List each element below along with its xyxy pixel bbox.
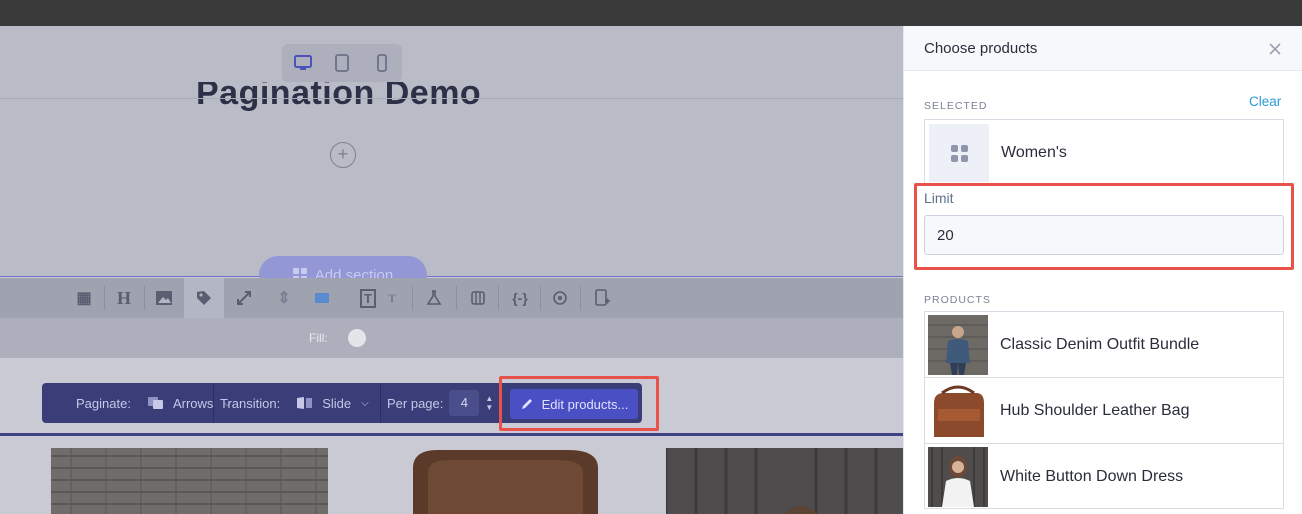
- columns-icon: [471, 291, 485, 305]
- top-bar: [0, 0, 1302, 26]
- tool-add-page[interactable]: [582, 278, 622, 318]
- fill-row: Fill:: [0, 318, 903, 358]
- product-photo: [398, 448, 608, 514]
- code-icon: {-}: [512, 290, 528, 306]
- paginate-value: Arrows: [172, 395, 214, 411]
- editor-canvas: Pagination Demo + Add section ▦ H ⇕ T T …: [0, 26, 903, 514]
- tool-image[interactable]: [144, 278, 184, 318]
- add-page-icon: [595, 289, 610, 306]
- tool-experiment[interactable]: [414, 278, 454, 318]
- section-boundary: [0, 276, 903, 277]
- add-block-button[interactable]: +: [330, 142, 356, 168]
- toolbar-divider: [580, 286, 581, 310]
- product-row[interactable]: Classic Denim Outfit Bundle: [924, 311, 1284, 377]
- choose-products-panel: Choose products SELECTED Clear Women's L…: [903, 26, 1302, 514]
- close-icon[interactable]: [1266, 40, 1284, 58]
- tool-code[interactable]: {-}: [500, 278, 540, 318]
- target-icon: [553, 291, 567, 305]
- selected-collection-name: Women's: [1001, 144, 1067, 161]
- product-photo: [928, 315, 988, 375]
- block-toolbar: ▦ H ⇕ T T {-}: [0, 278, 903, 318]
- desktop-icon: [294, 55, 312, 70]
- product-image-bag: [398, 448, 608, 514]
- stepper-icon[interactable]: ▲ ▼: [485, 394, 493, 412]
- product-image-dress: [666, 448, 903, 514]
- product-name: Classic Denim Outfit Bundle: [1000, 336, 1200, 353]
- clear-link[interactable]: Clear: [1249, 94, 1281, 109]
- heading-icon: H: [116, 287, 131, 308]
- device-switcher: [282, 44, 402, 82]
- product-name: Hub Shoulder Leather Bag: [1000, 402, 1190, 419]
- product-name: White Button Down Dress: [1000, 468, 1184, 485]
- tool-target[interactable]: [540, 278, 580, 318]
- tool-resize[interactable]: [224, 278, 264, 318]
- product-row[interactable]: Hub Shoulder Leather Bag: [924, 377, 1284, 443]
- image-icon: [156, 291, 172, 305]
- small-text-icon: T: [387, 290, 396, 305]
- product-photo: [666, 448, 903, 514]
- expand-icon: [237, 291, 251, 305]
- header-divider: [0, 98, 903, 99]
- per-page-label: Per page:: [387, 395, 444, 411]
- product-photo: [928, 381, 988, 441]
- per-page-control: Per page: 4 ▲ ▼: [387, 383, 493, 423]
- tablet-view-button[interactable]: [327, 48, 357, 78]
- toolbar-divider: [498, 286, 499, 310]
- transition-label: Transition:: [220, 395, 281, 411]
- paginate-control[interactable]: Paginate: Arrows ⌵: [76, 383, 231, 423]
- product-image-denim: [51, 448, 328, 514]
- mobile-icon: [377, 54, 387, 72]
- transition-value: Slide: [322, 395, 352, 411]
- hero-section: Pagination Demo +: [0, 26, 903, 276]
- fill-label: Fill:: [309, 331, 328, 345]
- fill-color-swatch[interactable]: [348, 329, 366, 347]
- grid-icon: [950, 144, 968, 162]
- products-section-label: PRODUCTS: [924, 294, 991, 306]
- flask-icon: [426, 290, 442, 305]
- block-boundary: [0, 433, 903, 436]
- tool-product[interactable]: [184, 278, 224, 318]
- chevron-down-icon: ⌵: [361, 397, 369, 409]
- product-list: Classic Denim Outfit Bundle Hub Shoulder…: [924, 311, 1284, 509]
- product-thumbnail: [928, 447, 988, 507]
- toolbar-divider: [380, 383, 381, 423]
- slide-icon: [297, 397, 313, 409]
- panel-title: Choose products: [924, 40, 1038, 57]
- mobile-view-button[interactable]: [367, 48, 397, 78]
- toolbar-divider: [456, 286, 457, 310]
- product-photo: [51, 448, 328, 514]
- selected-section-label: SELECTED: [924, 100, 988, 112]
- tool-layout[interactable]: ▦: [64, 278, 104, 318]
- tablet-icon: [335, 54, 349, 72]
- section-icon: [315, 293, 329, 303]
- panel-header: Choose products: [904, 26, 1302, 71]
- toolbar-divider: [213, 383, 214, 423]
- grid-icon: ▦: [76, 290, 92, 307]
- tool-spacing[interactable]: ⇕: [264, 278, 304, 318]
- tool-heading[interactable]: H: [104, 278, 144, 318]
- product-photo: [928, 447, 988, 507]
- transition-control[interactable]: Transition: Slide ⌵: [220, 383, 369, 423]
- tool-section[interactable]: [302, 278, 342, 318]
- desktop-view-button[interactable]: [288, 48, 318, 78]
- paginate-label: Paginate:: [76, 395, 131, 411]
- tag-icon: [197, 291, 211, 305]
- tool-text-small[interactable]: T: [372, 278, 412, 318]
- product-thumbnail: [928, 381, 988, 441]
- spacing-icon: ⇕: [277, 290, 291, 307]
- arrows-icon: [147, 397, 163, 409]
- edit-products-highlight: [499, 376, 659, 431]
- product-row[interactable]: White Button Down Dress: [924, 443, 1284, 509]
- collection-thumbnail: [929, 124, 989, 182]
- per-page-input[interactable]: 4: [449, 390, 480, 416]
- limit-highlight: [914, 183, 1294, 270]
- product-thumbnail: [928, 315, 988, 375]
- tool-columns[interactable]: [458, 278, 498, 318]
- selected-collection-item[interactable]: Women's: [924, 119, 1284, 185]
- toolbar-divider: [412, 286, 413, 310]
